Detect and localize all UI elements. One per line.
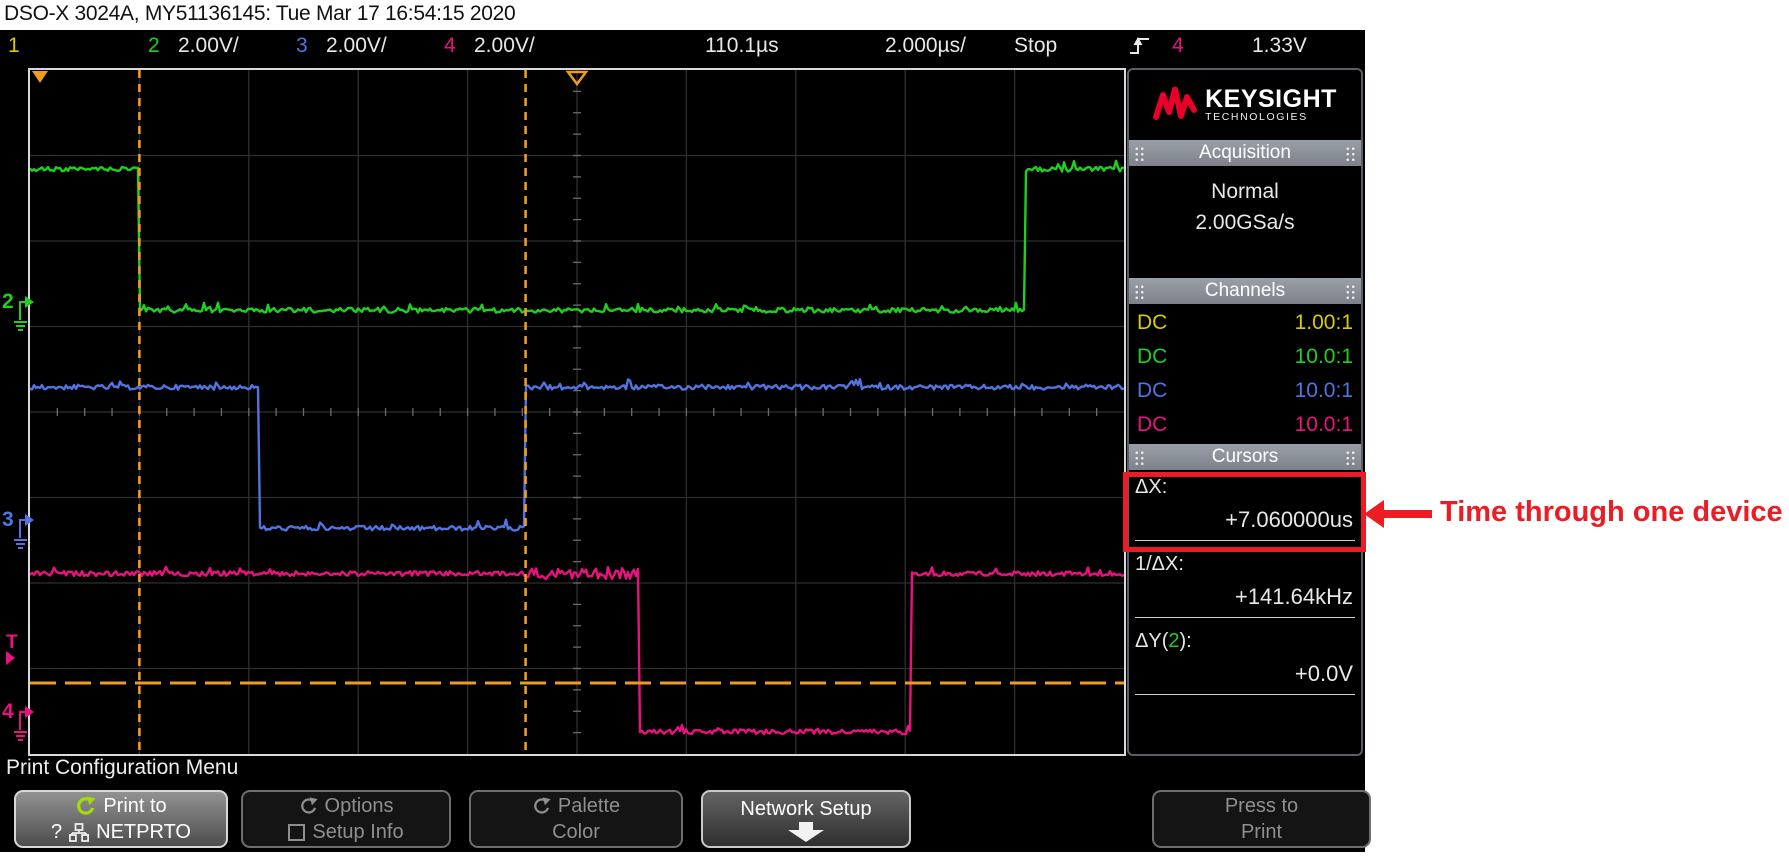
- keysight-wave-icon: [1153, 87, 1197, 123]
- status-ch4-scale: 2.00V/: [474, 34, 535, 58]
- menu-title: Print Configuration Menu: [6, 756, 238, 780]
- refresh-icon: [299, 797, 318, 816]
- palette-button[interactable]: Palette Color: [469, 790, 683, 848]
- refresh-icon: [532, 797, 551, 816]
- trigger-level-marker: T: [6, 634, 18, 666]
- ground-arrow-icon: [14, 702, 36, 744]
- options-button[interactable]: Options Setup Info: [241, 790, 451, 848]
- ch2-ground-marker: 2: [2, 292, 36, 334]
- channel-row-1: DC 1.00:1: [1129, 306, 1361, 340]
- annotation-label: Time through one device: [1440, 496, 1783, 529]
- coupling-label: DC: [1137, 413, 1167, 437]
- drag-grip-icon: [1345, 284, 1356, 299]
- trigger-edge-icon: [1128, 34, 1152, 58]
- window-title: DSO-X 3024A, MY51136145: Tue Mar 17 16:5…: [4, 2, 515, 26]
- checkbox-icon: [288, 824, 305, 841]
- waveform-svg: [30, 70, 1124, 754]
- delta-y-readout: ΔY(2): +0.0V: [1135, 628, 1355, 695]
- delta-y-value: +0.0V: [1135, 654, 1355, 694]
- delta-y-label: ΔY(2):: [1135, 628, 1355, 654]
- drag-grip-icon: [1134, 284, 1145, 299]
- status-trigger-level: 1.33V: [1252, 34, 1307, 58]
- drag-grip-icon: [1345, 146, 1356, 161]
- print-to-button[interactable]: Print to ? NETPRTO: [14, 790, 228, 848]
- drag-grip-icon: [1134, 450, 1145, 465]
- inverse-delta-x-readout: 1/ΔX: +141.64kHz: [1135, 551, 1355, 618]
- down-arrow-icon: [785, 822, 827, 842]
- waveform-plot-area: [28, 68, 1126, 756]
- status-timebase: 2.000µs/: [885, 34, 966, 58]
- delta-y-channel: 2: [1168, 630, 1179, 652]
- status-run-state: Stop: [1014, 34, 1057, 58]
- press-to-print-button[interactable]: Press to Print: [1152, 790, 1371, 848]
- probe-ratio: 10.0:1: [1295, 345, 1353, 369]
- ground-arrow-icon: [14, 510, 36, 552]
- status-trigger-source: 4: [1172, 34, 1184, 58]
- channel-row-2: DC 10.0:1: [1129, 340, 1361, 374]
- cursors-section-header[interactable]: Cursors: [1129, 444, 1361, 470]
- drag-grip-icon: [1134, 146, 1145, 161]
- acquisition-info: Normal 2.00GSa/s: [1129, 166, 1361, 278]
- network-printer-icon: [69, 823, 89, 842]
- probe-ratio: 10.0:1: [1295, 379, 1353, 403]
- delta-x-value: +7.060000us: [1135, 500, 1355, 540]
- status-ch4-label: 4: [444, 34, 456, 58]
- coupling-label: DC: [1137, 379, 1167, 403]
- status-ch1-label: 1: [8, 34, 20, 58]
- cursor-readouts: ΔX: +7.060000us 1/ΔX: +141.64kHz ΔY(2): …: [1129, 470, 1361, 754]
- status-ch2-scale: 2.00V/: [178, 34, 239, 58]
- refresh-icon: [75, 796, 96, 817]
- status-bar: 1 2 2.00V/ 3 2.00V/ 4 2.00V/ 110.1µs 2.0…: [0, 30, 1365, 62]
- annotation-arrow-tail: [1382, 510, 1432, 518]
- delta-x-readout: ΔX: +7.060000us: [1135, 474, 1355, 541]
- inverse-delta-x-value: +141.64kHz: [1135, 577, 1355, 617]
- status-ch3-scale: 2.00V/: [326, 34, 387, 58]
- sample-rate: 2.00GSa/s: [1129, 207, 1361, 238]
- acquisition-mode: Normal: [1129, 176, 1361, 207]
- status-ch3-label: 3: [296, 34, 308, 58]
- delta-x-label: ΔX:: [1135, 474, 1355, 500]
- oscilloscope-screen: 1 2 2.00V/ 3 2.00V/ 4 2.00V/ 110.1µs 2.0…: [0, 30, 1365, 852]
- coupling-label: DC: [1137, 345, 1167, 369]
- annotation-arrow-icon: [1364, 500, 1384, 528]
- probe-ratio: 1.00:1: [1295, 311, 1353, 335]
- ground-arrow-icon: [14, 292, 36, 334]
- trigger-arrow-icon: [6, 651, 16, 666]
- ch3-ground-marker: 3: [2, 510, 36, 552]
- ch4-ground-marker: 4: [2, 702, 36, 744]
- acquisition-section-header[interactable]: Acquisition: [1129, 140, 1361, 166]
- info-sidebar: KEYSIGHT TECHNOLOGIES Acquisition Normal…: [1127, 68, 1363, 756]
- status-ch2-label: 2: [148, 34, 160, 58]
- probe-ratio: 10.0:1: [1295, 413, 1353, 437]
- network-setup-button[interactable]: Network Setup: [701, 790, 911, 848]
- inverse-delta-x-label: 1/ΔX:: [1135, 551, 1355, 577]
- channels-section-header[interactable]: Channels: [1129, 278, 1361, 304]
- coupling-label: DC: [1137, 311, 1167, 335]
- channel-list: DC 1.00:1 DC 10.0:1 DC 10.0:1 DC 10.0:1: [1129, 304, 1361, 444]
- keysight-logo: KEYSIGHT TECHNOLOGIES: [1129, 70, 1361, 140]
- status-delay-readout: 110.1µs: [705, 34, 779, 58]
- drag-grip-icon: [1345, 450, 1356, 465]
- channel-row-3: DC 10.0:1: [1129, 374, 1361, 408]
- brand-name: KEYSIGHT: [1205, 87, 1337, 111]
- channel-row-4: DC 10.0:1: [1129, 408, 1361, 442]
